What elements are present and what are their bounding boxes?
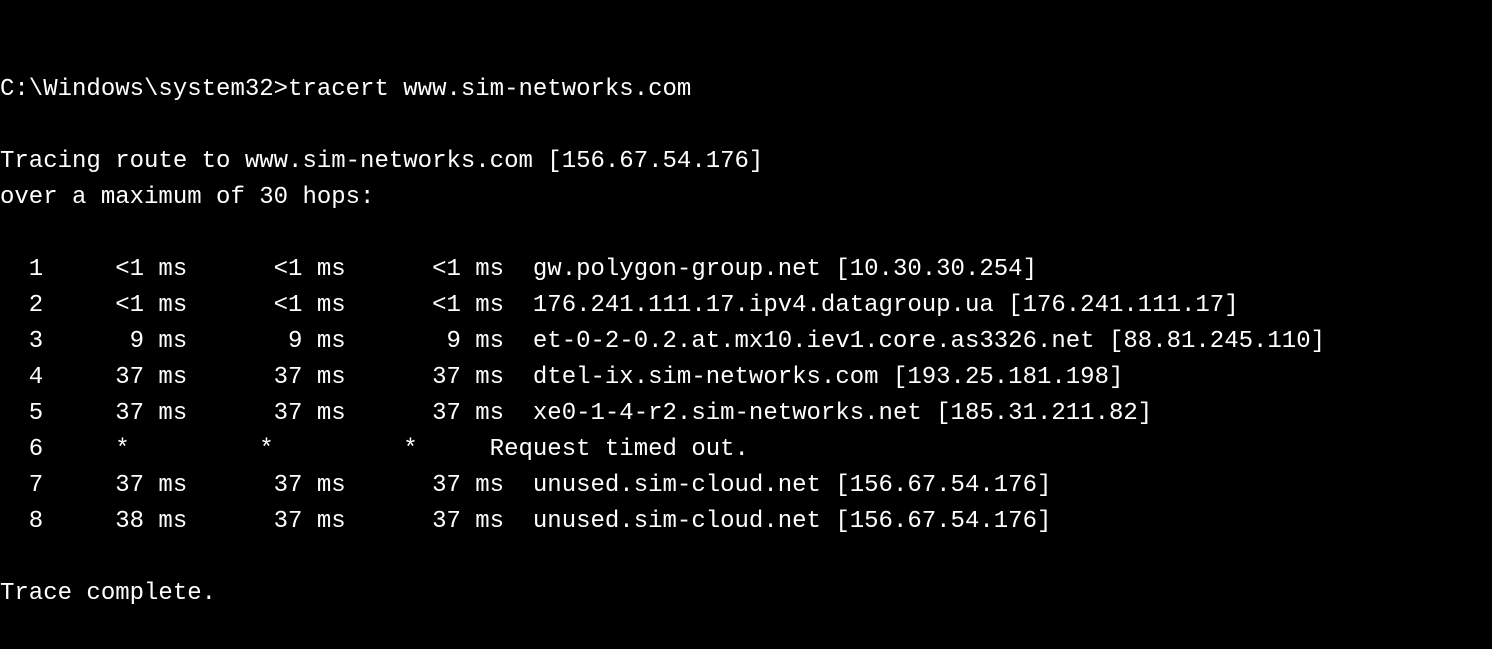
trace-header-2: over a maximum of 30 hops: bbox=[0, 184, 374, 211]
hop-row: 8 38 ms 37 ms 37 ms unused.sim-cloud.net… bbox=[0, 508, 1051, 535]
hop-row: 6 * * * Request timed out. bbox=[0, 436, 749, 463]
blank-line bbox=[0, 544, 14, 571]
hop-row: 7 37 ms 37 ms 37 ms unused.sim-cloud.net… bbox=[0, 472, 1051, 499]
trace-header-1: Tracing route to www.sim-networks.com [1… bbox=[0, 148, 763, 175]
hop-row: 1 <1 ms <1 ms <1 ms gw.polygon-group.net… bbox=[0, 256, 1037, 283]
command-text: tracert www.sim-networks.com bbox=[288, 76, 691, 103]
trace-complete: Trace complete. bbox=[0, 580, 216, 607]
prompt: C:\Windows\system32> bbox=[0, 76, 288, 103]
terminal-output[interactable]: C:\Windows\system32>tracert www.sim-netw… bbox=[0, 0, 1492, 649]
hop-row: 2 <1 ms <1 ms <1 ms 176.241.111.17.ipv4.… bbox=[0, 292, 1239, 319]
blank-line bbox=[0, 616, 14, 643]
blank-line bbox=[0, 220, 14, 247]
blank-line bbox=[0, 40, 14, 67]
blank-line bbox=[0, 112, 14, 139]
hop-row: 4 37 ms 37 ms 37 ms dtel-ix.sim-networks… bbox=[0, 364, 1123, 391]
hop-row: 3 9 ms 9 ms 9 ms et-0-2-0.2.at.mx10.iev1… bbox=[0, 328, 1325, 355]
hop-row: 5 37 ms 37 ms 37 ms xe0-1-4-r2.sim-netwo… bbox=[0, 400, 1152, 427]
